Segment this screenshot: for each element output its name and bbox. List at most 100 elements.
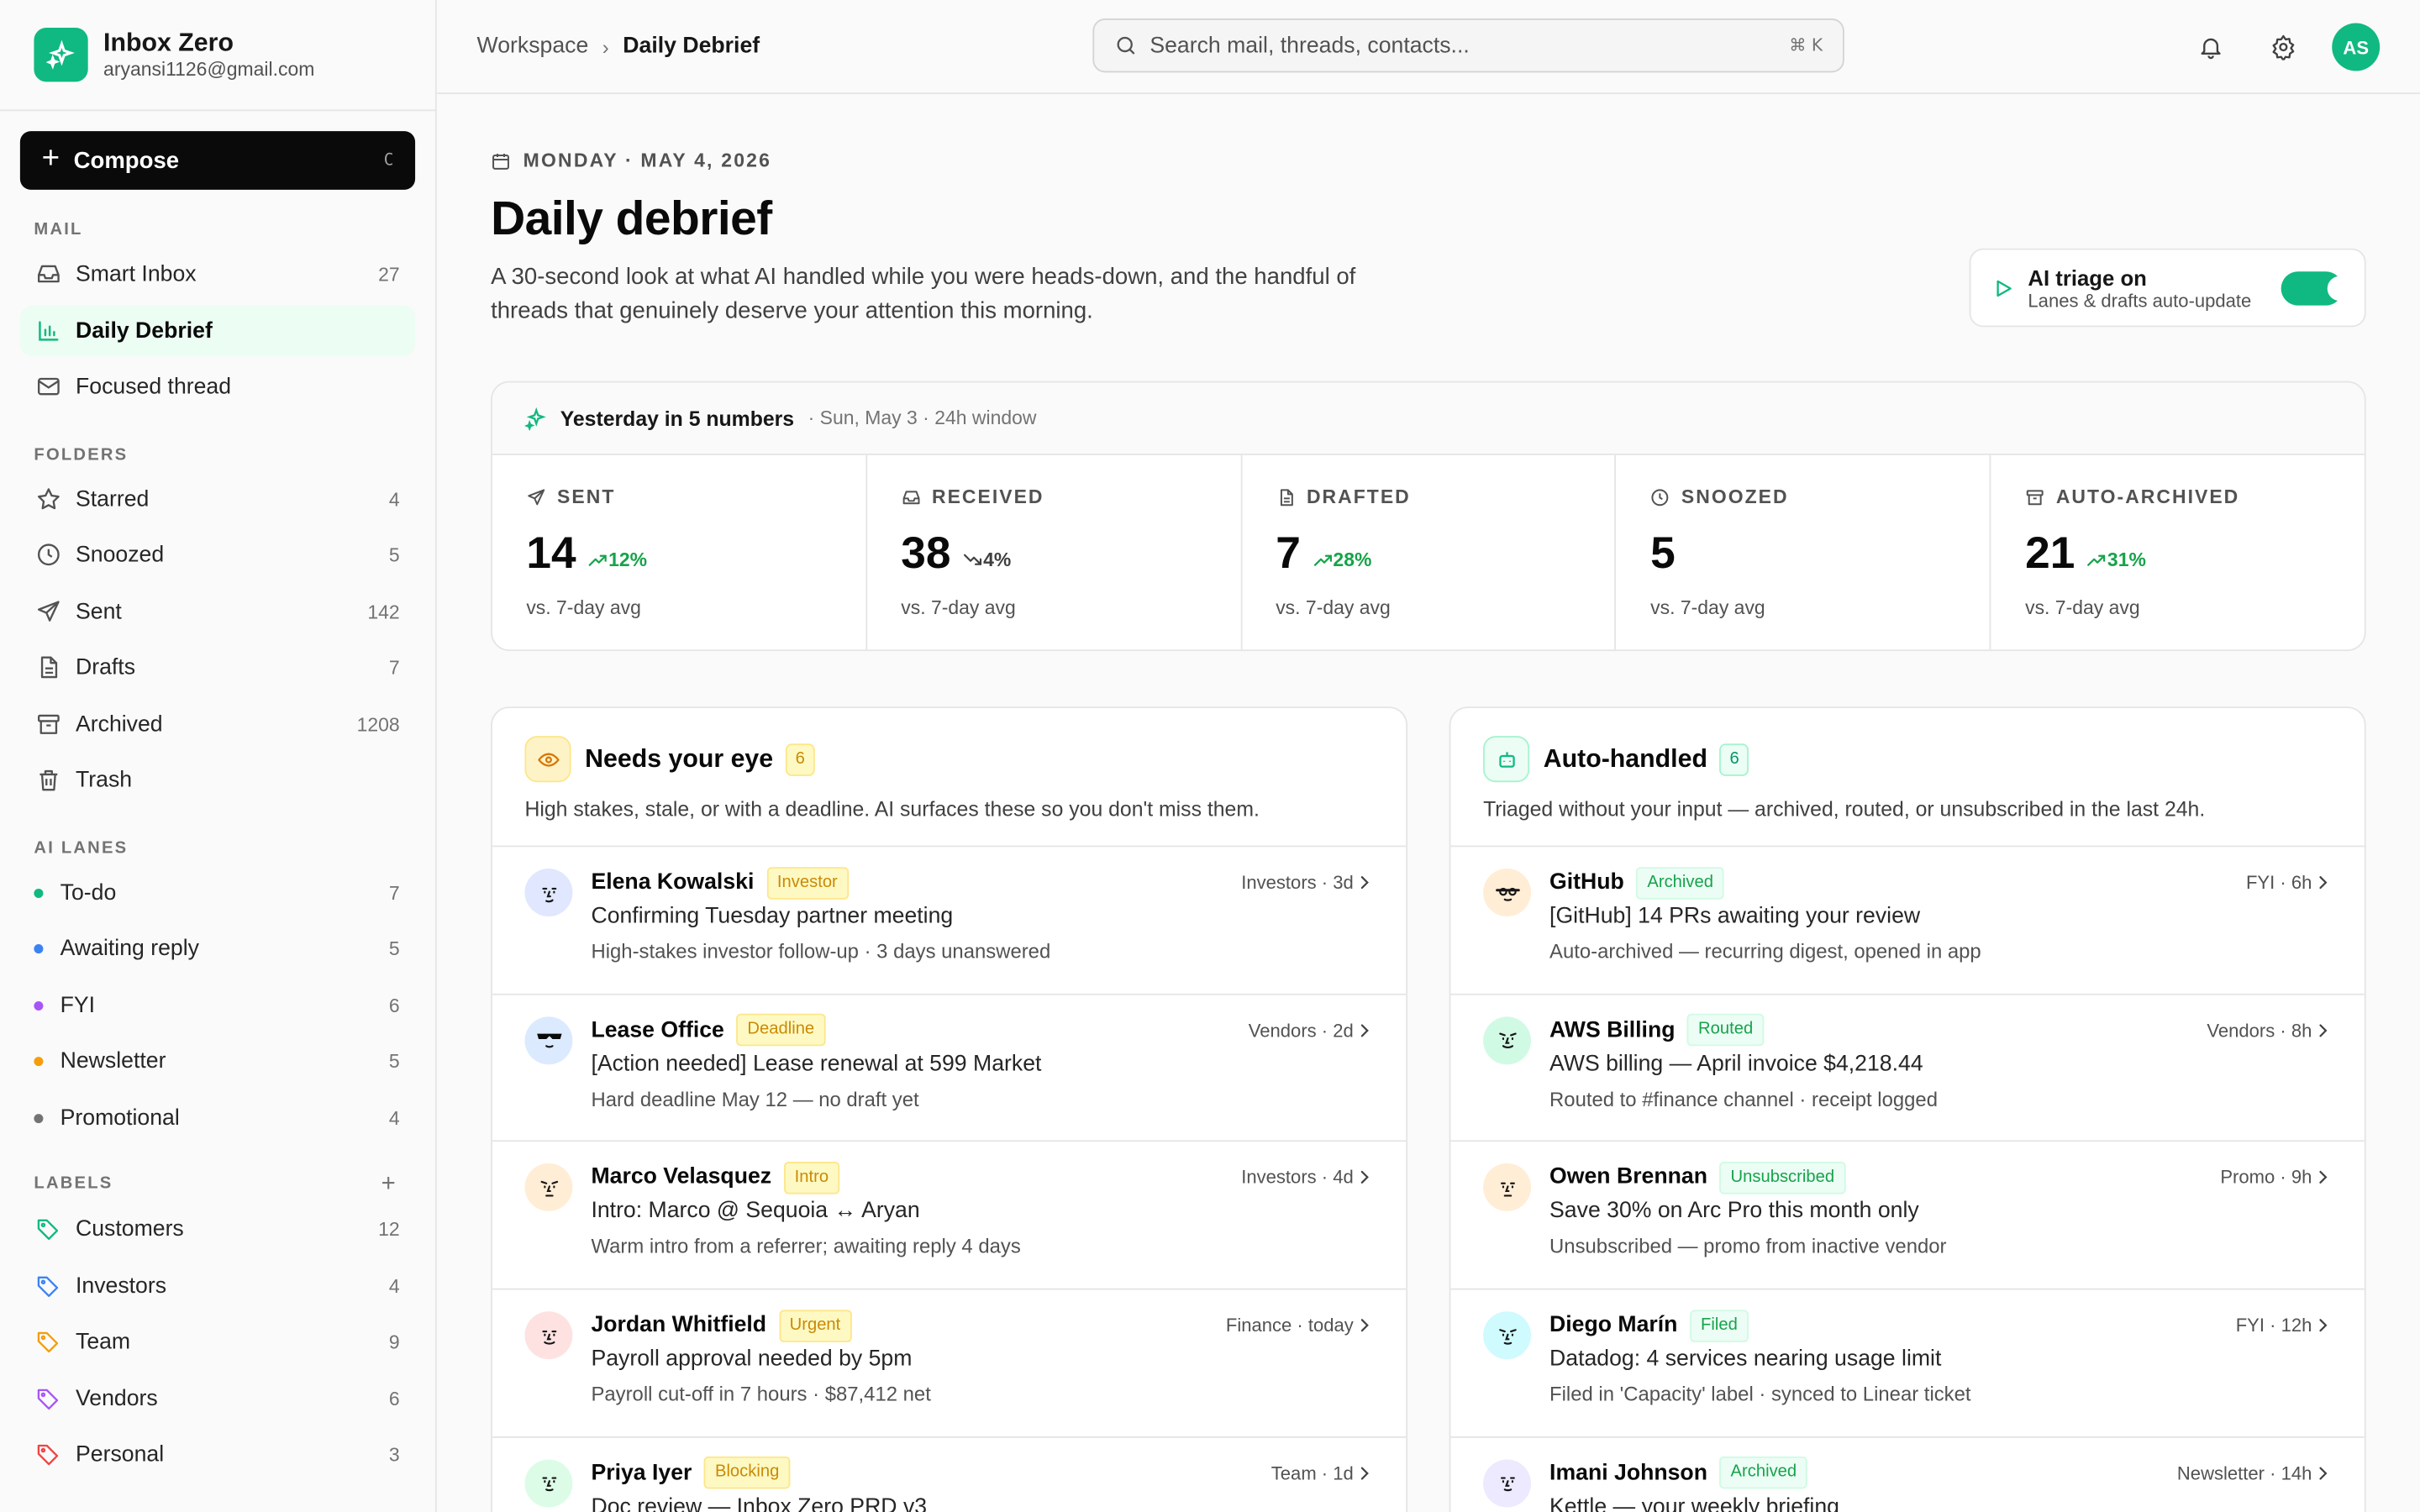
tag-icon bbox=[34, 1272, 61, 1299]
chevron-right-icon bbox=[1360, 1319, 1369, 1332]
row-tag: Blocking bbox=[704, 1457, 791, 1489]
stat-value: 5 bbox=[1650, 528, 1676, 579]
row-note: Hard deadline May 12 — no draft yet bbox=[591, 1087, 919, 1110]
row-subject: Doc review — Inbox Zero PRD v3 bbox=[591, 1494, 928, 1512]
sidebar-item-count: 1208 bbox=[356, 713, 400, 736]
sidebar-item-lane-todo[interactable]: To-do 7 bbox=[20, 867, 415, 918]
sidebar-item-label-personal[interactable]: Personal 3 bbox=[20, 1429, 415, 1480]
sidebar-item-count: 27 bbox=[378, 263, 400, 285]
sidebar-item-focused-thread[interactable]: Focused thread bbox=[20, 361, 415, 412]
sparkle-logo-icon bbox=[34, 28, 88, 82]
sidebar-item-label: Snoozed bbox=[75, 542, 165, 567]
sidebar-item-lane-awaiting-reply[interactable]: Awaiting reply 5 bbox=[20, 922, 415, 974]
sidebar-item-trash[interactable]: Trash bbox=[20, 754, 415, 806]
add-label-button[interactable]: + bbox=[381, 1171, 396, 1199]
avatar bbox=[524, 869, 573, 916]
date-line: MONDAY · MAY 4, 2026 bbox=[491, 150, 771, 171]
list-item[interactable]: Jordan Whitfield Urgent Finance · today Pa… bbox=[492, 1290, 1407, 1438]
compose-shortcut: C bbox=[383, 150, 394, 171]
send-icon bbox=[528, 488, 545, 505]
sidebar-item-label: Drafts bbox=[75, 654, 136, 680]
list-item[interactable]: Imani Johnson Archived Newsletter · 14h Ke… bbox=[1450, 1437, 2364, 1512]
sidebar-item-starred[interactable]: Starred 4 bbox=[20, 474, 415, 525]
stat-label: SENT bbox=[557, 486, 616, 508]
sidebar-item-drafts[interactable]: Drafts 7 bbox=[20, 642, 415, 693]
row-subject: Save 30% on Arc Pro this month only bbox=[1549, 1199, 1919, 1225]
triage-subtitle: Lanes & drafts auto-update bbox=[2028, 289, 2252, 312]
sidebar-item-archived[interactable]: Archived 1208 bbox=[20, 699, 415, 750]
sender-name: Jordan Whitfield bbox=[591, 1313, 767, 1338]
notifications-button[interactable] bbox=[2186, 22, 2237, 73]
eye-icon bbox=[524, 736, 571, 783]
send-icon bbox=[34, 598, 61, 626]
sidebar-item-label: Sent bbox=[75, 599, 122, 624]
stat-snoozed: SNOOZED 5 vs. 7-day avg bbox=[1617, 454, 1991, 650]
row-tag: Deadline bbox=[736, 1014, 826, 1047]
list-item[interactable]: Owen Brennan Unsubscribed Promo · 9h Save … bbox=[1450, 1142, 2365, 1290]
lane-dot-icon bbox=[34, 1113, 44, 1123]
sidebar-item-daily-debrief[interactable]: Daily Debrief bbox=[19, 305, 416, 357]
section-title-mail: MAIL bbox=[34, 220, 83, 239]
sidebar-item-label-team[interactable]: Team 9 bbox=[20, 1316, 415, 1368]
avatar bbox=[1483, 1311, 1532, 1360]
archive-icon bbox=[34, 711, 61, 738]
stat-sub: vs. 7-day avg bbox=[526, 596, 641, 619]
sidebar-item-snoozed[interactable]: Snoozed 5 bbox=[20, 529, 415, 580]
sidebar-item-label-investors[interactable]: Investors 4 bbox=[20, 1261, 415, 1312]
sidebar-item-count: 7 bbox=[388, 881, 400, 904]
sidebar-item-lane-fyi[interactable]: FYI 6 bbox=[20, 979, 415, 1031]
compose-button[interactable]: + Compose C bbox=[19, 131, 416, 190]
sidebar-item-count: 5 bbox=[388, 1049, 400, 1072]
breadcrumb-workspace[interactable]: Workspace bbox=[477, 34, 589, 58]
play-icon bbox=[1996, 279, 2012, 297]
row-note: Filed in 'Capacity' label · synced to Li… bbox=[1549, 1382, 1971, 1406]
sidebar-item-count: 5 bbox=[388, 937, 400, 959]
list-item[interactable]: Marco Velasquez Intro Investors · 4d Intro… bbox=[492, 1142, 1407, 1290]
auto-list: GitHub Archived FYI · 6h [GitHub] 14 PRs a… bbox=[1450, 847, 2365, 1512]
trash-icon bbox=[34, 766, 61, 794]
archive-icon bbox=[2027, 489, 2044, 505]
sidebar-item-label-customers[interactable]: Customers 12 bbox=[20, 1204, 415, 1255]
ai-triage-toggle[interactable] bbox=[2281, 270, 2353, 305]
stat-value: 14 bbox=[526, 528, 576, 579]
settings-button[interactable] bbox=[2258, 22, 2309, 73]
sidebar-item-label: Daily Debrief bbox=[75, 318, 213, 344]
list-item[interactable]: Elena Kowalski Investor Investors · 3d Con… bbox=[492, 847, 1407, 995]
list-item[interactable]: Priya Iyer Blocking Team · 1d Doc review —… bbox=[492, 1437, 1406, 1512]
row-meta: Vendors · 8h bbox=[2207, 1019, 2312, 1042]
stat-label: RECEIVED bbox=[931, 486, 1044, 508]
breadcrumb-current: Daily Debrief bbox=[623, 34, 760, 59]
list-item[interactable]: GitHub Archived FYI · 6h [GitHub] 14 PRs a… bbox=[1450, 847, 2365, 995]
sidebar-item-sent[interactable]: Sent 142 bbox=[20, 586, 415, 638]
avatar bbox=[1483, 1016, 1532, 1064]
bell-icon bbox=[2201, 38, 2221, 60]
row-note: High-stakes investor follow-up · 3 days … bbox=[591, 939, 1051, 963]
page-description: A 30-second look at what AI handled whil… bbox=[491, 264, 1356, 324]
row-note: Routed to #finance channel · receipt log… bbox=[1549, 1087, 1939, 1110]
sidebar-item-count: 7 bbox=[388, 656, 400, 679]
row-meta: Finance · today bbox=[1225, 1314, 1354, 1336]
lane-dot-icon bbox=[34, 888, 44, 898]
stats-row: SENT 14 12% vs. 7-day avg RECEIVED 38 4% v… bbox=[492, 454, 2365, 650]
row-tag: Urgent bbox=[778, 1309, 852, 1342]
robot-icon bbox=[1483, 736, 1530, 783]
sidebar-item-label-vendors[interactable]: Vendors 6 bbox=[20, 1373, 415, 1425]
chevron-right-icon bbox=[2319, 876, 2328, 890]
search-input[interactable] bbox=[1150, 33, 1790, 58]
chevron-right-icon bbox=[2319, 1171, 2328, 1184]
user-avatar[interactable]: AS bbox=[2332, 23, 2381, 71]
sidebar-item-smart-inbox[interactable]: Smart Inbox 27 bbox=[20, 249, 415, 300]
stats-title: Yesterday in 5 numbers bbox=[560, 406, 795, 430]
stat-auto-archived: AUTO-ARCHIVED 21 31% vs. 7-day avg bbox=[1991, 455, 2365, 649]
list-item[interactable]: Diego Marín Filed FYI · 12h Datadog: 4 ser… bbox=[1450, 1290, 2365, 1438]
sender-name: Priya Iyer bbox=[591, 1460, 692, 1486]
brand: Inbox Zero aryansi1126@gmail.com bbox=[0, 0, 435, 112]
list-item[interactable]: AWS Billing Routed Vendors · 8h AWS billin… bbox=[1450, 995, 2365, 1142]
panel-count-badge: 6 bbox=[785, 743, 815, 775]
row-meta: FYI · 6h bbox=[2245, 871, 2312, 894]
sidebar-item-lane-promotional[interactable]: Promotional 4 bbox=[20, 1092, 415, 1143]
list-item[interactable]: Lease Office Deadline Vendors · 2d [Action… bbox=[492, 995, 1407, 1142]
stat-label: AUTO-ARCHIVED bbox=[2055, 486, 2240, 508]
sidebar-item-lane-newsletter[interactable]: Newsletter 5 bbox=[20, 1035, 415, 1086]
search-bar[interactable]: ⌘ K bbox=[1092, 18, 1844, 73]
